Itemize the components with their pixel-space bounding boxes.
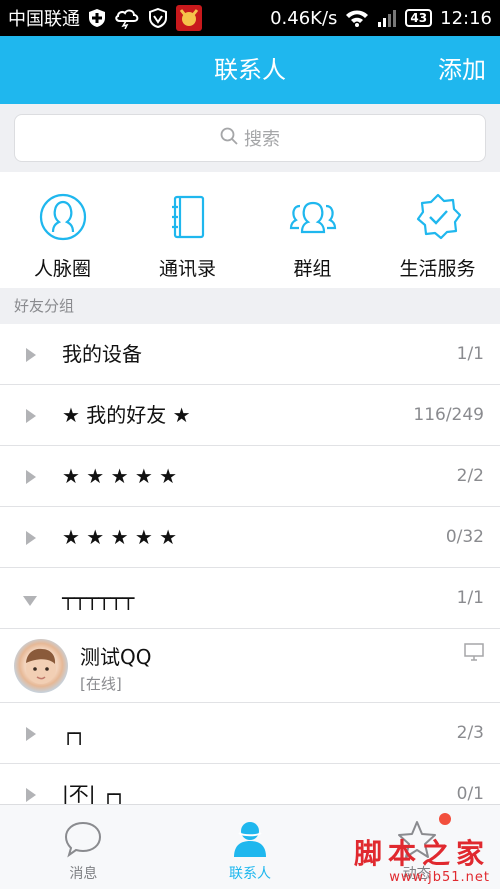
group-count: 2/3 [456, 723, 484, 743]
computer-icon [464, 643, 484, 665]
watermark-url: www.jb51.net [389, 870, 490, 885]
group-count: 0/1 [456, 784, 484, 804]
group-name: ┬┬┬┬┬┬ [62, 586, 135, 610]
quick-nav-label: 群组 [293, 258, 332, 280]
signal-icon [377, 9, 397, 27]
collapsed-arrow-icon [26, 409, 36, 423]
search-input[interactable]: 搜索 [14, 114, 486, 162]
group-name: |不| ┌┐ [62, 782, 126, 804]
friend-name: 测试QQ [80, 645, 152, 669]
status-bar: 中国联通 0.46K/s 43 12:16 [0, 0, 500, 36]
expanded-arrow-icon [23, 596, 37, 606]
group-count: 0/32 [445, 527, 484, 547]
friend-groups-section-title: 好友分组 [0, 288, 500, 324]
quick-nav-groups[interactable]: 群组 [250, 172, 375, 288]
group-name: ★ 我的好友 ★ [62, 403, 191, 427]
tab-label: 消息 [69, 866, 98, 882]
service-badge-icon [416, 193, 461, 240]
group-row[interactable]: ★ 我的好友 ★ 116/249 [0, 385, 500, 446]
contact-person-icon [233, 822, 266, 857]
friend-row[interactable]: 测试QQ [在线] [0, 629, 500, 703]
weather-storm-icon [114, 7, 140, 29]
collapsed-arrow-icon [26, 470, 36, 484]
carrier-label: 中国联通 [8, 9, 80, 30]
friend-group-list: 我的设备 1/1 ★ 我的好友 ★ 116/249 ★ ★ ★ ★ ★ 2/2 … [0, 324, 500, 804]
friend-status: [在线] [80, 675, 122, 693]
group-row[interactable]: ★ ★ ★ ★ ★ 0/32 [0, 507, 500, 568]
add-button[interactable]: 添加 [438, 36, 486, 104]
quick-nav-connections[interactable]: 人脉圈 [0, 172, 125, 288]
search-area: 搜索 [0, 104, 500, 172]
group-row[interactable]: ┌┐ 2/3 [0, 703, 500, 764]
quick-nav-label: 生活服务 [399, 258, 476, 280]
collapsed-arrow-icon [26, 727, 36, 741]
group-count: 116/249 [413, 405, 484, 425]
notification-dot [439, 813, 452, 825]
collapsed-arrow-icon [26, 531, 36, 545]
group-icon [289, 201, 336, 234]
collapsed-arrow-icon [26, 348, 36, 362]
group-name: ┌┐ [62, 721, 87, 745]
group-name: 我的设备 [62, 342, 142, 366]
quick-nav: 人脉圈 通讯录 群组 生活服务 [0, 172, 500, 288]
group-row[interactable]: ★ ★ ★ ★ ★ 2/2 [0, 446, 500, 507]
group-row[interactable]: |不| ┌┐ 0/1 [0, 764, 500, 804]
quick-nav-label: 人脉圈 [33, 258, 91, 280]
watermark-logo: 脚本之家 [353, 837, 490, 870]
search-placeholder: 搜索 [244, 129, 280, 150]
title-bar: 联系人 添加 [0, 36, 500, 104]
group-count: 1/1 [456, 344, 484, 364]
group-count: 2/2 [456, 466, 484, 486]
app-notification-icon [176, 5, 202, 31]
wifi-icon [345, 9, 369, 27]
address-book-icon [171, 195, 204, 239]
network-speed: 0.46K/s [270, 7, 338, 29]
search-icon [220, 127, 238, 150]
tab-label: 联系人 [228, 866, 271, 882]
quick-nav-life-services[interactable]: 生活服务 [375, 172, 500, 288]
quick-nav-label: 通讯录 [158, 258, 216, 280]
tab-messages[interactable]: 消息 [0, 805, 167, 889]
vpn-shield-icon [148, 8, 168, 28]
avatar [14, 639, 68, 693]
group-row[interactable]: 我的设备 1/1 [0, 324, 500, 385]
watermark: 脚本之家 www.jb51.net [354, 838, 490, 886]
collapsed-arrow-icon [26, 788, 36, 802]
quick-nav-address-book[interactable]: 通讯录 [125, 172, 250, 288]
shield-plus-icon [88, 8, 106, 28]
group-name: ★ ★ ★ ★ ★ [62, 525, 178, 549]
group-name: ★ ★ ★ ★ ★ [62, 464, 178, 488]
tab-contacts[interactable]: 联系人 [167, 805, 334, 889]
group-row-expanded[interactable]: ┬┬┬┬┬┬ 1/1 [0, 568, 500, 629]
page-title: 联系人 [214, 56, 286, 84]
battery-icon: 43 [405, 9, 433, 27]
person-circle-icon [39, 193, 86, 241]
chat-bubble-icon [65, 821, 102, 858]
group-count: 1/1 [456, 588, 484, 608]
clock: 12:16 [440, 7, 492, 29]
